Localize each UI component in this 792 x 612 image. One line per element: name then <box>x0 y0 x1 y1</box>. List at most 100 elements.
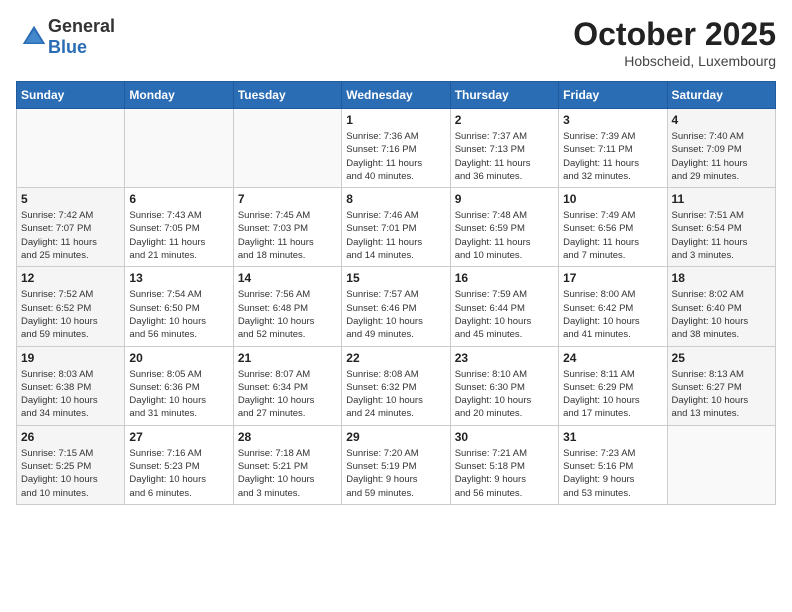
logo-text-general: General <box>48 16 115 36</box>
weekday-header-thursday: Thursday <box>450 82 558 109</box>
calendar-cell: 16Sunrise: 7:59 AM Sunset: 6:44 PM Dayli… <box>450 267 558 346</box>
weekday-header-tuesday: Tuesday <box>233 82 341 109</box>
day-info: Sunrise: 8:03 AM Sunset: 6:38 PM Dayligh… <box>21 368 120 421</box>
day-info: Sunrise: 7:45 AM Sunset: 7:03 PM Dayligh… <box>238 209 337 262</box>
calendar-cell: 27 Sunrise: 7:16 AM Sunset: 5:23 PM Dayli… <box>125 425 233 504</box>
day-number: 12 <box>21 271 120 285</box>
day-number: 2 <box>455 113 554 127</box>
day-number: 23 <box>455 351 554 365</box>
day-number: 26 <box>21 430 120 444</box>
day-info: Sunrise: 7:49 AM Sunset: 6:56 PM Dayligh… <box>563 209 662 262</box>
calendar-cell: 30 Sunrise: 7:21 AM Sunset: 5:18 PM Dayli… <box>450 425 558 504</box>
calendar-cell: 25Sunrise: 8:13 AM Sunset: 6:27 PM Dayli… <box>667 346 775 425</box>
day-info: Sunrise: 7:36 AM Sunset: 7:16 PM Dayligh… <box>346 130 445 183</box>
day-info: Sunrise: 7:37 AM Sunset: 7:13 PM Dayligh… <box>455 130 554 183</box>
day-number: 14 <box>238 271 337 285</box>
day-info: Sunrise: 7:39 AM Sunset: 7:11 PM Dayligh… <box>563 130 662 183</box>
day-info: Sunrise: 7:40 AM Sunset: 7:09 PM Dayligh… <box>672 130 771 183</box>
calendar-cell: 24Sunrise: 8:11 AM Sunset: 6:29 PM Dayli… <box>559 346 667 425</box>
day-info: Sunrise: 7:57 AM Sunset: 6:46 PM Dayligh… <box>346 288 445 341</box>
calendar-cell: 11 Sunrise: 7:51 AM Sunset: 6:54 PM Dayli… <box>667 188 775 267</box>
day-number: 10 <box>563 192 662 206</box>
calendar-cell: 1 Sunrise: 7:36 AM Sunset: 7:16 PM Daylig… <box>342 109 450 188</box>
page-header: General Blue October 2025 Hobscheid, Lux… <box>16 16 776 69</box>
calendar-table: SundayMondayTuesdayWednesdayThursdayFrid… <box>16 81 776 505</box>
day-number: 13 <box>129 271 228 285</box>
day-number: 11 <box>672 192 771 206</box>
calendar-cell: 14Sunrise: 7:56 AM Sunset: 6:48 PM Dayli… <box>233 267 341 346</box>
day-info: Sunrise: 7:54 AM Sunset: 6:50 PM Dayligh… <box>129 288 228 341</box>
day-info: Sunrise: 7:23 AM Sunset: 5:16 PM Dayligh… <box>563 447 662 500</box>
calendar-week-row: 26 Sunrise: 7:15 AM Sunset: 5:25 PM Dayli… <box>17 425 776 504</box>
calendar-week-row: 19Sunrise: 8:03 AM Sunset: 6:38 PM Dayli… <box>17 346 776 425</box>
day-info: Sunrise: 7:51 AM Sunset: 6:54 PM Dayligh… <box>672 209 771 262</box>
day-info: Sunrise: 7:46 AM Sunset: 7:01 PM Dayligh… <box>346 209 445 262</box>
day-number: 29 <box>346 430 445 444</box>
calendar-cell: 15 Sunrise: 7:57 AM Sunset: 6:46 PM Dayli… <box>342 267 450 346</box>
calendar-cell: 13 Sunrise: 7:54 AM Sunset: 6:50 PM Dayli… <box>125 267 233 346</box>
calendar-cell: 4 Sunrise: 7:40 AM Sunset: 7:09 PM Daylig… <box>667 109 775 188</box>
calendar-cell: 26 Sunrise: 7:15 AM Sunset: 5:25 PM Dayli… <box>17 425 125 504</box>
calendar-cell: 9 Sunrise: 7:48 AM Sunset: 6:59 PM Daylig… <box>450 188 558 267</box>
day-number: 15 <box>346 271 445 285</box>
calendar-cell: 6 Sunrise: 7:43 AM Sunset: 7:05 PM Daylig… <box>125 188 233 267</box>
calendar-cell: 23 Sunrise: 8:10 AM Sunset: 6:30 PM Dayli… <box>450 346 558 425</box>
day-number: 27 <box>129 430 228 444</box>
day-info: Sunrise: 7:20 AM Sunset: 5:19 PM Dayligh… <box>346 447 445 500</box>
calendar-cell: 8 Sunrise: 7:46 AM Sunset: 7:01 PM Daylig… <box>342 188 450 267</box>
calendar-cell: 3 Sunrise: 7:39 AM Sunset: 7:11 PM Daylig… <box>559 109 667 188</box>
day-info: Sunrise: 7:16 AM Sunset: 5:23 PM Dayligh… <box>129 447 228 500</box>
calendar-cell: 7 Sunrise: 7:45 AM Sunset: 7:03 PM Daylig… <box>233 188 341 267</box>
day-number: 8 <box>346 192 445 206</box>
calendar-cell <box>125 109 233 188</box>
calendar-cell: 19Sunrise: 8:03 AM Sunset: 6:38 PM Dayli… <box>17 346 125 425</box>
calendar-cell: 22 Sunrise: 8:08 AM Sunset: 6:32 PM Dayli… <box>342 346 450 425</box>
calendar-cell: 21 Sunrise: 8:07 AM Sunset: 6:34 PM Dayli… <box>233 346 341 425</box>
day-number: 1 <box>346 113 445 127</box>
location: Hobscheid, Luxembourg <box>573 53 776 69</box>
calendar-cell: 17 Sunrise: 8:00 AM Sunset: 6:42 PM Dayli… <box>559 267 667 346</box>
weekday-header-row: SundayMondayTuesdayWednesdayThursdayFrid… <box>17 82 776 109</box>
day-number: 7 <box>238 192 337 206</box>
weekday-header-saturday: Saturday <box>667 82 775 109</box>
day-info: Sunrise: 7:43 AM Sunset: 7:05 PM Dayligh… <box>129 209 228 262</box>
calendar-cell: 29 Sunrise: 7:20 AM Sunset: 5:19 PM Dayli… <box>342 425 450 504</box>
day-number: 9 <box>455 192 554 206</box>
day-number: 22 <box>346 351 445 365</box>
day-info: Sunrise: 7:15 AM Sunset: 5:25 PM Dayligh… <box>21 447 120 500</box>
calendar-cell <box>17 109 125 188</box>
logo: General Blue <box>16 16 115 58</box>
calendar-week-row: 1 Sunrise: 7:36 AM Sunset: 7:16 PM Daylig… <box>17 109 776 188</box>
weekday-header-wednesday: Wednesday <box>342 82 450 109</box>
day-number: 3 <box>563 113 662 127</box>
day-info: Sunrise: 8:07 AM Sunset: 6:34 PM Dayligh… <box>238 368 337 421</box>
day-number: 6 <box>129 192 228 206</box>
day-info: Sunrise: 7:21 AM Sunset: 5:18 PM Dayligh… <box>455 447 554 500</box>
day-number: 20 <box>129 351 228 365</box>
calendar-cell: 18 Sunrise: 8:02 AM Sunset: 6:40 PM Dayli… <box>667 267 775 346</box>
month-title: October 2025 <box>573 16 776 53</box>
day-info: Sunrise: 8:00 AM Sunset: 6:42 PM Dayligh… <box>563 288 662 341</box>
calendar-cell <box>233 109 341 188</box>
day-info: Sunrise: 8:05 AM Sunset: 6:36 PM Dayligh… <box>129 368 228 421</box>
calendar-cell: 2 Sunrise: 7:37 AM Sunset: 7:13 PM Daylig… <box>450 109 558 188</box>
logo-icon <box>20 23 48 51</box>
weekday-header-sunday: Sunday <box>17 82 125 109</box>
day-info: Sunrise: 8:10 AM Sunset: 6:30 PM Dayligh… <box>455 368 554 421</box>
day-number: 17 <box>563 271 662 285</box>
day-info: Sunrise: 7:52 AM Sunset: 6:52 PM Dayligh… <box>21 288 120 341</box>
day-info: Sunrise: 8:08 AM Sunset: 6:32 PM Dayligh… <box>346 368 445 421</box>
day-number: 30 <box>455 430 554 444</box>
day-number: 18 <box>672 271 771 285</box>
calendar-week-row: 5Sunrise: 7:42 AM Sunset: 7:07 PM Daylig… <box>17 188 776 267</box>
day-info: Sunrise: 8:02 AM Sunset: 6:40 PM Dayligh… <box>672 288 771 341</box>
day-info: Sunrise: 7:48 AM Sunset: 6:59 PM Dayligh… <box>455 209 554 262</box>
calendar-cell: 20 Sunrise: 8:05 AM Sunset: 6:36 PM Dayli… <box>125 346 233 425</box>
day-number: 28 <box>238 430 337 444</box>
calendar-cell: 12 Sunrise: 7:52 AM Sunset: 6:52 PM Dayli… <box>17 267 125 346</box>
day-info: Sunrise: 8:11 AM Sunset: 6:29 PM Dayligh… <box>563 368 662 421</box>
day-info: Sunrise: 7:42 AM Sunset: 7:07 PM Dayligh… <box>21 209 120 262</box>
day-number: 4 <box>672 113 771 127</box>
day-number: 31 <box>563 430 662 444</box>
day-number: 21 <box>238 351 337 365</box>
